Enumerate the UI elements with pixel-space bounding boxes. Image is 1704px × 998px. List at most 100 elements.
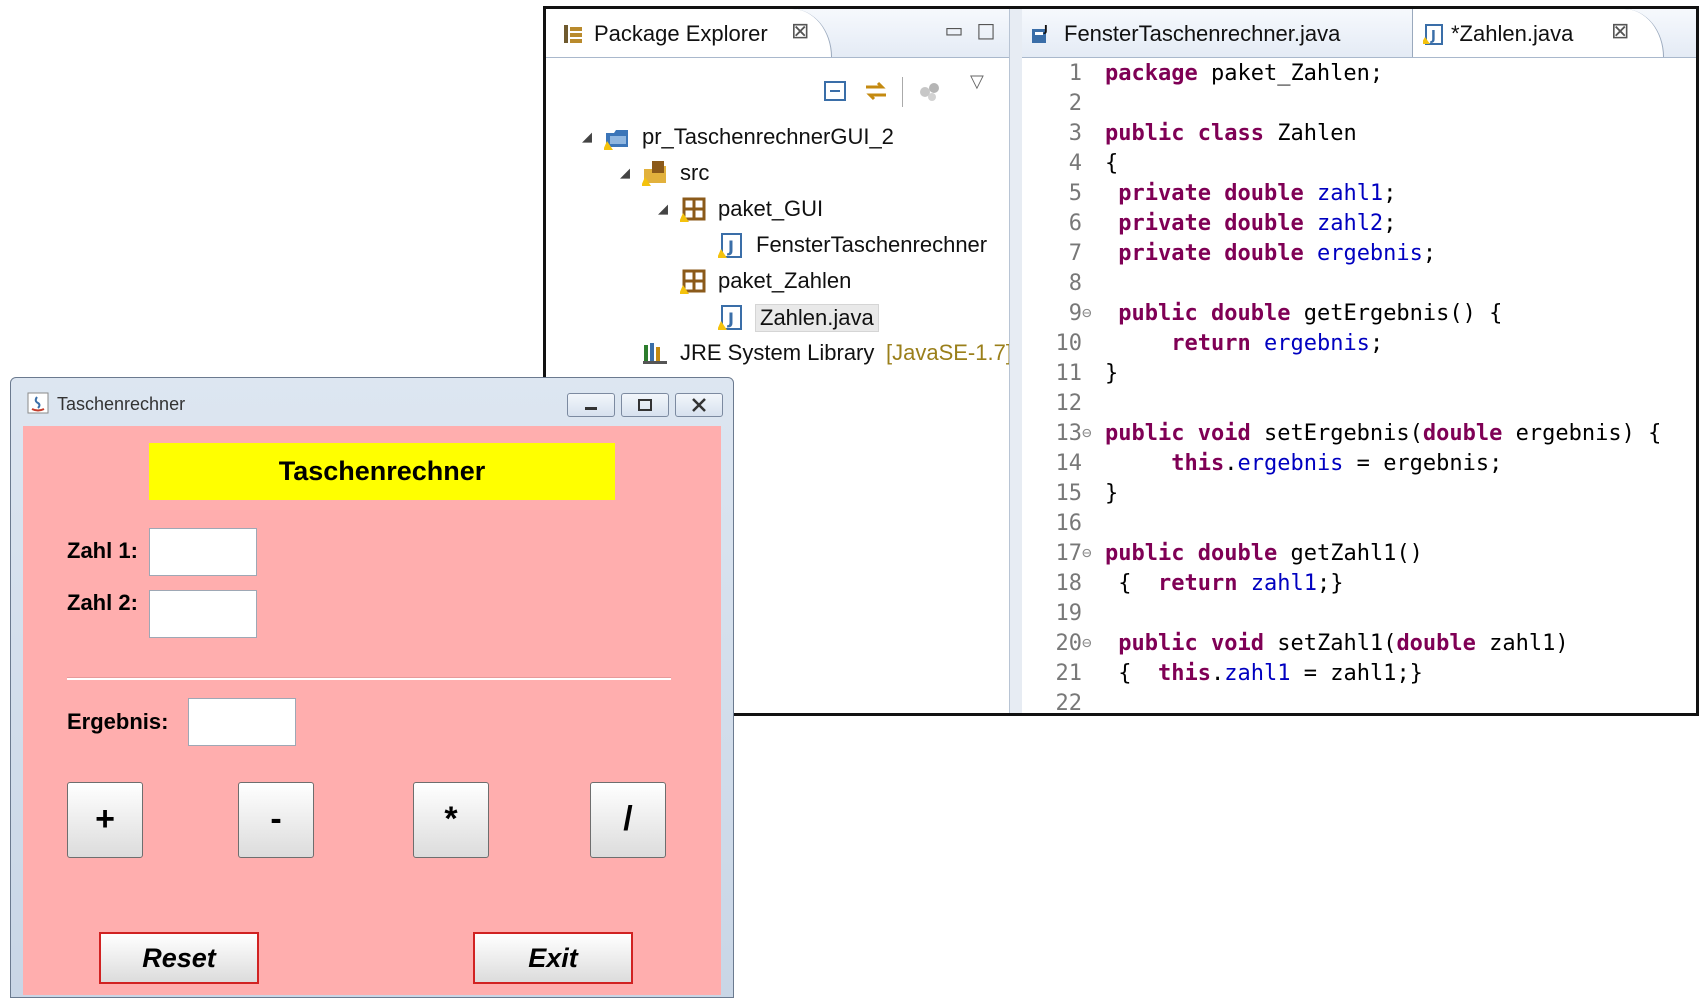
close-button[interactable] (675, 393, 723, 417)
tab-package-explorer[interactable]: Package Explorer ⊠ (546, 9, 832, 57)
line-number: 14 (1055, 451, 1083, 476)
line-number: 1 (1068, 61, 1082, 86)
maximize-icon[interactable]: □ (974, 19, 998, 43)
code-line[interactable]: 2 (1022, 91, 1696, 121)
line-number: 18 (1055, 571, 1083, 596)
line-number: 11 (1055, 361, 1083, 386)
subtract-button[interactable]: - (238, 782, 314, 858)
fold-icon[interactable]: ⊖ (1082, 633, 1092, 652)
code-text: { this.zahl1 = zahl1;} (1105, 661, 1423, 686)
calculator-titlebar[interactable]: Taschenrechner (11, 378, 733, 426)
code-line[interactable]: 8 (1022, 271, 1696, 301)
zahl1-label: Zahl 1: (67, 538, 138, 563)
line-number: 9 (1068, 301, 1082, 326)
fold-icon[interactable]: ⊖ (1082, 543, 1092, 562)
code-line[interactable]: 4{ (1022, 151, 1696, 181)
expand-icon[interactable]: ◢ (582, 129, 592, 145)
minimize-button[interactable] (567, 393, 615, 417)
toolbar-separator (902, 77, 903, 107)
java-editor: J FensterTaschenrechner.java J *Zahlen.j… (1022, 9, 1696, 716)
code-line[interactable]: 20 ⊖ public void setZahl1(double zahl1) (1022, 631, 1696, 661)
code-text: public double getZahl1() (1105, 541, 1423, 566)
maximize-button[interactable] (621, 393, 669, 417)
tree-item-label: paket_GUI (718, 196, 824, 221)
code-line[interactable]: 17 ⊖ public double getZahl1() (1022, 541, 1696, 571)
code-line[interactable]: 7 private double ergebnis; (1022, 241, 1696, 271)
code-line[interactable]: 21 { this.zahl1 = zahl1;} (1022, 661, 1696, 691)
zahl1-field[interactable] (149, 528, 257, 576)
close-icon[interactable]: ⊠ (791, 19, 809, 44)
code-line[interactable]: 1 package paket_Zahlen; (1022, 61, 1696, 91)
code-line[interactable]: 6 private double zahl2; (1022, 211, 1696, 241)
line-number: 6 (1068, 211, 1082, 236)
add-button[interactable]: + (67, 782, 143, 858)
line-number: 4 (1068, 151, 1082, 176)
code-line[interactable]: 10 return ergebnis; (1022, 331, 1696, 361)
java-class-icon: J (1032, 24, 1048, 43)
package-explorer-icon (564, 25, 582, 43)
close-icon[interactable]: ⊠ (1611, 19, 1629, 44)
code-line[interactable]: 18 { return zahl1;} (1022, 571, 1696, 601)
ergebnis-field[interactable] (188, 698, 296, 746)
line-number: 17 (1055, 541, 1083, 566)
code-line[interactable]: 3 public class Zahlen (1022, 121, 1696, 151)
code-text: } (1105, 361, 1119, 386)
fold-icon[interactable]: ⊖ (1082, 423, 1092, 442)
tab-zahlen-java[interactable]: J *Zahlen.java ⊠ (1412, 9, 1664, 57)
exit-button[interactable]: Exit (473, 932, 633, 984)
multiply-button[interactable]: * (413, 782, 489, 858)
code-line[interactable]: 12 (1022, 391, 1696, 421)
zahl2-field[interactable] (149, 590, 257, 638)
java-file-icon: J (1423, 24, 1443, 45)
java-file-icon: J (718, 305, 742, 330)
package-explorer-tabbar: Package Explorer ⊠ ▭ □ (546, 9, 1009, 58)
focus-task-icon[interactable] (916, 77, 944, 105)
editor-tabbar: J FensterTaschenrechner.java J *Zahlen.j… (1022, 9, 1696, 58)
line-number: 10 (1055, 331, 1083, 356)
window-title: Taschenrechner (57, 394, 186, 414)
svg-text:J: J (727, 309, 734, 328)
svg-text:J: J (727, 237, 734, 256)
collapse-all-icon[interactable] (822, 77, 850, 105)
link-with-editor-icon[interactable] (862, 77, 890, 105)
svg-text:J: J (1043, 24, 1048, 35)
line-number: 2 (1068, 91, 1082, 116)
code-line[interactable]: 19 (1022, 601, 1696, 631)
editor-tab-label: *Zahlen.java (1451, 21, 1574, 46)
line-number: 7 (1068, 241, 1082, 266)
code-line[interactable]: 14 this.ergebnis = ergebnis; (1022, 451, 1696, 481)
code-text: { return zahl1;} (1105, 571, 1344, 596)
editor-tab-label: FensterTaschenrechner.java (1064, 21, 1341, 46)
line-number: 12 (1055, 391, 1083, 416)
view-menu-icon[interactable]: ▽ (970, 71, 984, 92)
expand-icon[interactable]: ◢ (620, 165, 630, 181)
code-line[interactable]: 5 private double zahl1; (1022, 181, 1696, 211)
line-number: 19 (1055, 601, 1083, 626)
tree-item-label: paket_Zahlen (718, 268, 852, 293)
expand-icon[interactable]: ◢ (658, 201, 668, 217)
line-number: 5 (1068, 181, 1082, 206)
reset-button[interactable]: Reset (99, 932, 259, 984)
project-icon (604, 130, 628, 150)
code-text: public void setErgebnis(double ergebnis)… (1105, 421, 1662, 446)
view-sash[interactable] (1009, 9, 1023, 713)
separator (67, 677, 671, 680)
code-line[interactable]: 16 (1022, 511, 1696, 541)
tree-item-label: pr_TaschenrechnerGUI_2 (642, 124, 894, 149)
package-icon (680, 269, 706, 294)
code-line[interactable]: 11} (1022, 361, 1696, 391)
code-text: return ergebnis; (1171, 331, 1384, 356)
minimize-icon[interactable]: ▭ (942, 19, 966, 43)
code-line[interactable]: 22 (1022, 691, 1696, 716)
code-line[interactable]: 9 ⊖ public double getErgebnis() { (1022, 301, 1696, 331)
code-line[interactable]: 13 ⊖ public void setErgebnis(double ergebn… (1022, 421, 1696, 451)
code-line[interactable]: 15} (1022, 481, 1696, 511)
divide-button[interactable]: / (590, 782, 666, 858)
tab-fenster-taschenrechner[interactable]: J FensterTaschenrechner.java (1022, 9, 1412, 57)
line-number: 15 (1055, 481, 1083, 506)
package-explorer-tab-label: Package Explorer (594, 21, 768, 46)
line-number: 22 (1055, 691, 1083, 716)
line-number: 20 (1055, 631, 1083, 656)
source-folder-icon (642, 161, 666, 186)
fold-icon[interactable]: ⊖ (1082, 303, 1092, 322)
